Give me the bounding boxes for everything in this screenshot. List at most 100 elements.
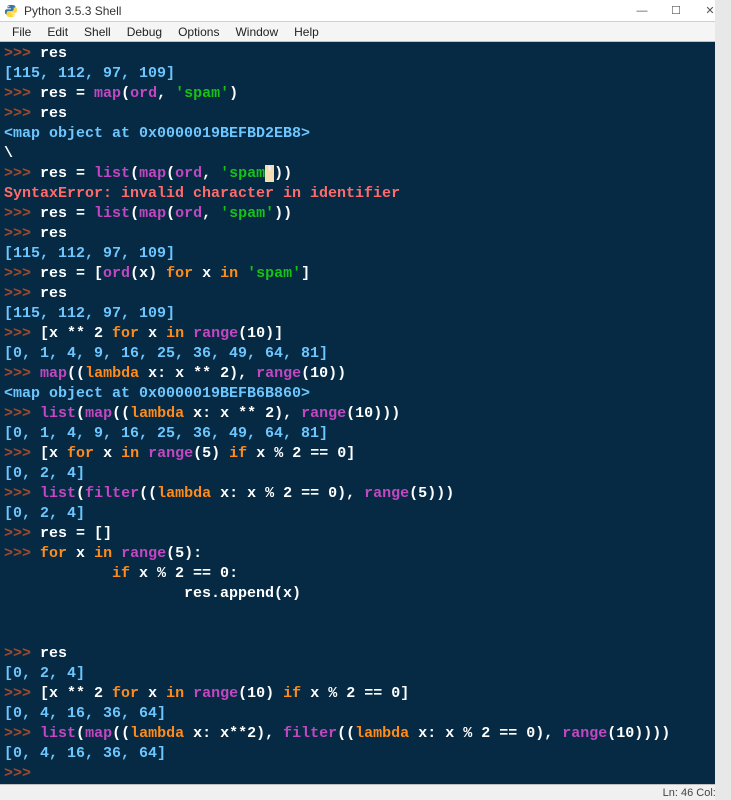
prompt: >>> (4, 105, 31, 122)
builtin: ord (175, 165, 202, 182)
builtin: filter (283, 725, 337, 742)
prompt: >>> (4, 225, 31, 242)
keyword: lambda (157, 485, 211, 502)
builtin: range (148, 445, 193, 462)
prompt: >>> (4, 165, 31, 182)
builtin: ord (130, 85, 157, 102)
output-line: [0, 2, 4] (4, 505, 85, 522)
keyword: if (283, 685, 301, 702)
menu-bar: File Edit Shell Debug Options Window Hel… (0, 22, 731, 42)
output-line: [0, 1, 4, 9, 16, 25, 36, 49, 64, 81] (4, 425, 328, 442)
keyword: in (220, 265, 238, 282)
menu-debug[interactable]: Debug (119, 23, 170, 41)
string: 'spam' (175, 85, 229, 102)
output-line: <map object at 0x0000019BEFB6B860> (4, 385, 310, 402)
builtin: range (121, 545, 166, 562)
code-line: res (40, 225, 67, 242)
keyword: for (112, 685, 139, 702)
builtin: map (94, 85, 121, 102)
builtin: range (364, 485, 409, 502)
prompt: >>> (4, 765, 31, 782)
prompt: >>> (4, 645, 31, 662)
keyword: lambda (130, 405, 184, 422)
prompt: >>> (4, 265, 31, 282)
string: 'spam (220, 165, 265, 182)
code-line: res = (40, 85, 94, 102)
prompt: >>> (4, 85, 31, 102)
code-line: res = [ (40, 265, 103, 282)
code-line: \ (4, 145, 13, 162)
keyword: lambda (355, 725, 409, 742)
prompt: >>> (4, 525, 31, 542)
code-line: res.append(x) (4, 585, 301, 602)
prompt: >>> (4, 365, 31, 382)
code-line: res (40, 645, 67, 662)
prompt: >>> (4, 725, 31, 742)
prompt: >>> (4, 485, 31, 502)
builtin: list (94, 165, 130, 182)
keyword: for (67, 445, 94, 462)
keyword: in (121, 445, 139, 462)
string: 'spam' (247, 265, 301, 282)
keyword: in (166, 685, 184, 702)
maximize-button[interactable]: ☐ (659, 0, 693, 22)
output-line: <map object at 0x0000019BEFBD2EB8> (4, 125, 310, 142)
builtin: range (193, 685, 238, 702)
keyword: lambda (85, 365, 139, 382)
keyword: if (229, 445, 247, 462)
error-line: SyntaxError: invalid character in identi… (4, 185, 400, 202)
prompt: >>> (4, 685, 31, 702)
keyword: for (112, 325, 139, 342)
window-title: Python 3.5.3 Shell (24, 4, 121, 18)
menu-edit[interactable]: Edit (39, 23, 76, 41)
string: 'spam' (220, 205, 274, 222)
menu-help[interactable]: Help (286, 23, 327, 41)
code-line: res (40, 105, 67, 122)
keyword: for (40, 545, 67, 562)
builtin: range (301, 405, 346, 422)
builtin: map (139, 165, 166, 182)
builtin: ord (175, 205, 202, 222)
code-line: [x (40, 445, 67, 462)
prompt: >>> (4, 205, 31, 222)
keyword: in (94, 545, 112, 562)
python-icon (4, 4, 18, 18)
output-line: [0, 2, 4] (4, 465, 85, 482)
keyword: for (166, 265, 193, 282)
builtin: list (94, 205, 130, 222)
vertical-scrollbar[interactable] (715, 42, 731, 784)
builtin: map (85, 725, 112, 742)
prompt: >>> (4, 545, 31, 562)
status-bar: Ln: 46 Col: 4 (0, 784, 731, 800)
menu-window[interactable]: Window (227, 23, 286, 41)
output-line: [115, 112, 97, 109] (4, 245, 175, 262)
code-line: [x ** 2 (40, 325, 112, 342)
code-line: res (40, 45, 67, 62)
title-bar: Python 3.5.3 Shell — ☐ ✕ (0, 0, 731, 22)
prompt: >>> (4, 325, 31, 342)
prompt: >>> (4, 405, 31, 422)
output-line: [0, 4, 16, 36, 64] (4, 705, 166, 722)
prompt: >>> (4, 445, 31, 462)
output-line: [0, 4, 16, 36, 64] (4, 745, 166, 762)
menu-file[interactable]: File (4, 23, 39, 41)
prompt: >>> (4, 45, 31, 62)
builtin: range (256, 365, 301, 382)
output-line: [115, 112, 97, 109] (4, 65, 175, 82)
builtin: ord (103, 265, 130, 282)
builtin: filter (85, 485, 139, 502)
menu-shell[interactable]: Shell (76, 23, 119, 41)
code-line: res = [] (40, 525, 112, 542)
builtin: list (40, 405, 76, 422)
output-line: [115, 112, 97, 109] (4, 305, 175, 322)
builtin: list (40, 725, 76, 742)
minimize-button[interactable]: — (625, 0, 659, 22)
builtin: range (562, 725, 607, 742)
builtin: list (40, 485, 76, 502)
menu-options[interactable]: Options (170, 23, 227, 41)
code-line: res (40, 285, 67, 302)
builtin: range (193, 325, 238, 342)
keyword: in (166, 325, 184, 342)
shell-output[interactable]: >>> res [115, 112, 97, 109] >>> res = ma… (0, 42, 731, 784)
builtin: map (139, 205, 166, 222)
